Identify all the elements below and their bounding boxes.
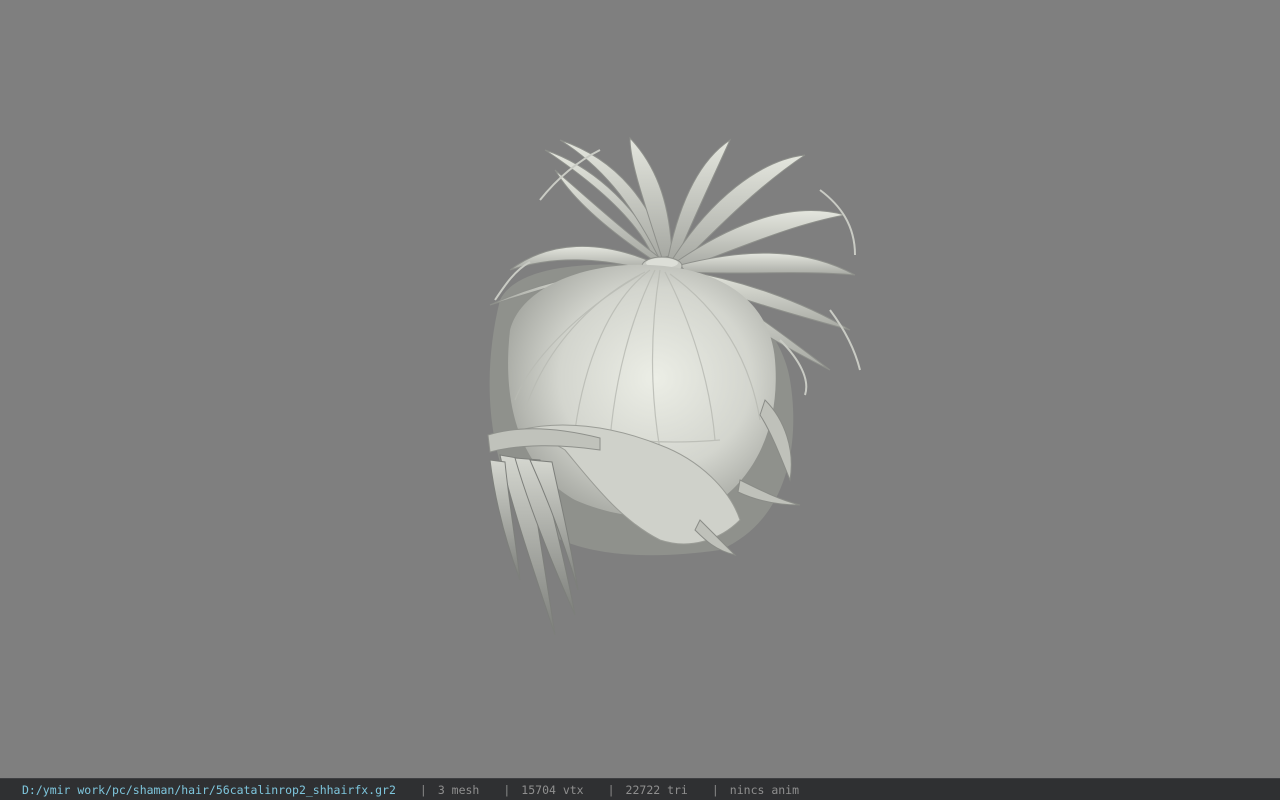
- model-viewport[interactable]: [0, 0, 1280, 778]
- mesh-count: 3 mesh: [437, 782, 480, 797]
- file-path: D:/ymir work/pc/shaman/hair/56catalinrop…: [22, 782, 396, 797]
- triangle-count: 22722 tri: [625, 782, 688, 797]
- separator: |: [503, 782, 511, 797]
- hair-model-render: [487, 136, 861, 636]
- separator: |: [711, 782, 719, 797]
- separator: |: [607, 782, 615, 797]
- vertex-count: 15704 vtx: [521, 782, 584, 797]
- animation-status: nincs anim: [729, 782, 800, 797]
- status-bar: D:/ymir work/pc/shaman/hair/56catalinrop…: [0, 778, 1280, 800]
- separator: |: [419, 782, 427, 797]
